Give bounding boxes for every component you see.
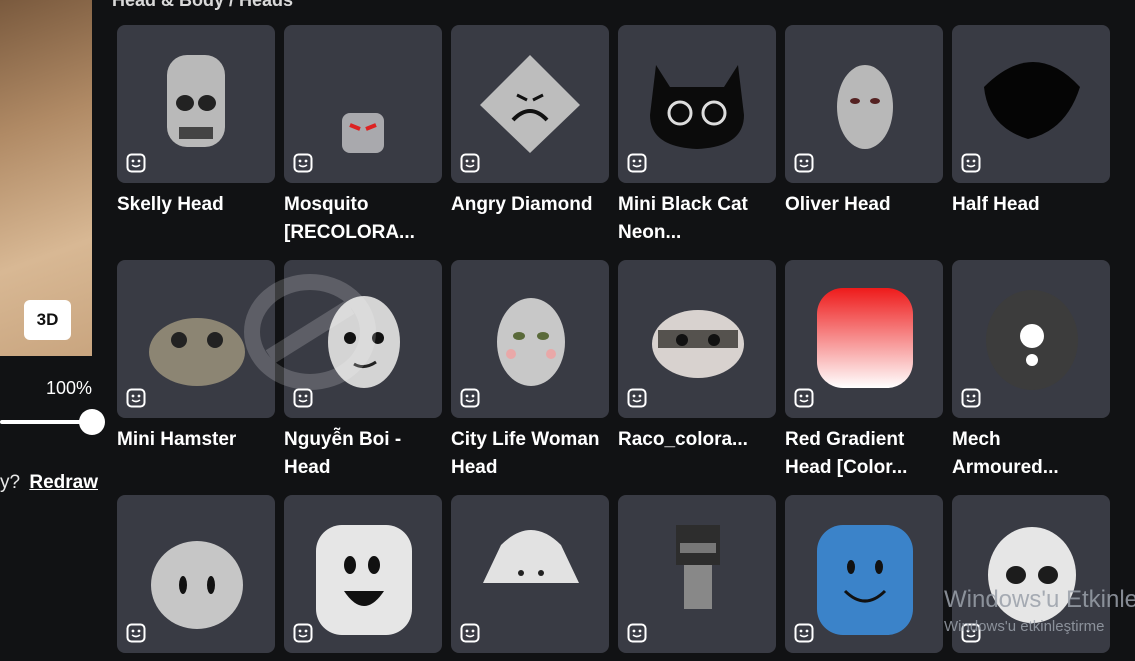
- item-card[interactable]: City Life Woman Head: [451, 260, 609, 482]
- head-type-icon: [627, 388, 647, 408]
- redraw-row: y? Redraw: [0, 472, 98, 494]
- item-thumbnail[interactable]: [785, 25, 943, 183]
- head-type-icon: [126, 153, 146, 173]
- head-type-icon: [961, 153, 981, 173]
- head-type-icon: [460, 388, 480, 408]
- item-card[interactable]: Raco_colora...: [618, 260, 776, 454]
- item-name[interactable]: Skelly Head: [117, 191, 275, 219]
- head-type-icon: [627, 153, 647, 173]
- item-name[interactable]: Raco_colora...: [618, 426, 776, 454]
- item-name[interactable]: City Life Woman Head: [451, 426, 609, 482]
- item-card[interactable]: Mech Armoured...: [952, 260, 1110, 482]
- item-card[interactable]: [618, 495, 776, 661]
- item-card[interactable]: [785, 495, 943, 661]
- item-card[interactable]: Oliver Head: [785, 25, 943, 219]
- item-thumbnail[interactable]: [618, 495, 776, 653]
- item-name[interactable]: Mech Armoured...: [952, 426, 1110, 482]
- item-card[interactable]: Skelly Head: [117, 25, 275, 219]
- item-thumbnail[interactable]: [618, 25, 776, 183]
- item-name[interactable]: Nguyễn Boi - Head: [284, 426, 442, 482]
- item-thumbnail[interactable]: [952, 25, 1110, 183]
- item-card[interactable]: Nguyễn Boi - Head: [284, 260, 442, 482]
- item-thumbnail[interactable]: [284, 260, 442, 418]
- item-name[interactable]: Oliver Head: [785, 191, 943, 219]
- head-type-icon: [126, 388, 146, 408]
- item-name[interactable]: Angry Diamond: [451, 191, 609, 219]
- head-type-icon: [460, 153, 480, 173]
- item-name[interactable]: Half Head: [952, 191, 1110, 219]
- item-card[interactable]: Half Head: [952, 25, 1110, 219]
- item-thumbnail[interactable]: [451, 495, 609, 653]
- item-card[interactable]: Mini Hamster: [117, 260, 275, 454]
- item-thumbnail[interactable]: [451, 25, 609, 183]
- head-type-icon: [794, 153, 814, 173]
- zoom-label: 100%: [45, 378, 92, 398]
- redraw-link[interactable]: Redraw: [29, 472, 98, 493]
- item-card[interactable]: Mosquito [RECOLORA...: [284, 25, 442, 247]
- item-thumbnail[interactable]: [117, 25, 275, 183]
- head-type-icon: [293, 623, 313, 643]
- head-type-icon: [794, 388, 814, 408]
- item-card[interactable]: [451, 495, 609, 661]
- avatar-panel: 3D 100% y? Redraw: [0, 0, 105, 631]
- item-name[interactable]: Red Gradient Head [Color...: [785, 426, 943, 482]
- item-card[interactable]: Angry Diamond: [451, 25, 609, 219]
- item-card[interactable]: [117, 495, 275, 661]
- item-thumbnail[interactable]: [952, 260, 1110, 418]
- head-type-icon: [961, 388, 981, 408]
- head-type-icon: [293, 388, 313, 408]
- item-thumbnail[interactable]: [284, 495, 442, 653]
- item-card[interactable]: Mini Black Cat Neon...: [618, 25, 776, 247]
- zoom-slider-thumb[interactable]: [79, 409, 105, 435]
- redraw-prompt: y?: [0, 472, 21, 493]
- head-type-icon: [126, 623, 146, 643]
- item-card[interactable]: Red Gradient Head [Color...: [785, 260, 943, 482]
- head-type-icon: [627, 623, 647, 643]
- item-thumbnail[interactable]: [117, 495, 275, 653]
- item-thumbnail[interactable]: [451, 260, 609, 418]
- head-type-icon: [293, 153, 313, 173]
- item-name[interactable]: Mini Black Cat Neon...: [618, 191, 776, 247]
- item-thumbnail[interactable]: [785, 260, 943, 418]
- item-card[interactable]: [284, 495, 442, 661]
- item-name[interactable]: Mini Hamster: [117, 426, 275, 454]
- item-card[interactable]: [952, 495, 1110, 661]
- os-activation-subtext: Windows'u etkinleştirme: [944, 618, 1105, 635]
- item-thumbnail[interactable]: [117, 260, 275, 418]
- item-thumbnail[interactable]: [785, 495, 943, 653]
- os-activation-text: Windows'u Etkinleş: [944, 586, 1135, 613]
- breadcrumb: Head & Body / Heads: [112, 0, 294, 10]
- head-type-icon: [460, 623, 480, 643]
- item-name[interactable]: Mosquito [RECOLORA...: [284, 191, 442, 247]
- item-thumbnail[interactable]: [284, 25, 442, 183]
- item-thumbnail[interactable]: [618, 260, 776, 418]
- head-type-icon: [794, 623, 814, 643]
- 3d-toggle-button[interactable]: 3D: [24, 300, 71, 340]
